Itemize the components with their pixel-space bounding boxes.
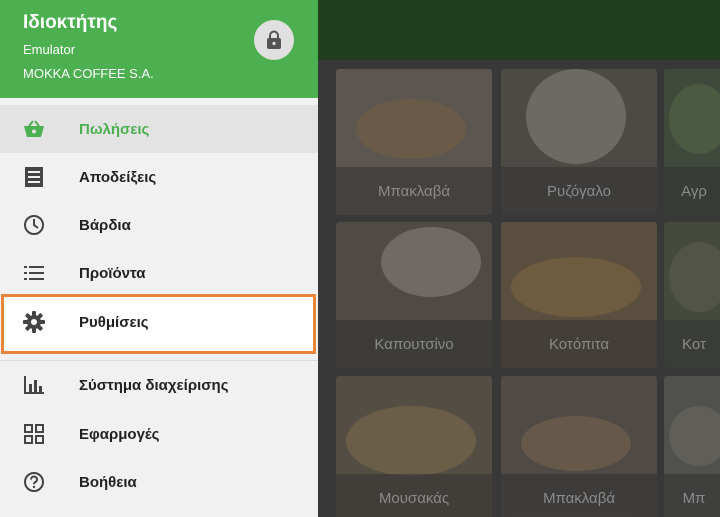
product-name: Μπακλαβά — [501, 474, 657, 517]
product-name: Ρυζόγαλο — [501, 167, 657, 215]
menu-item-help[interactable]: Βοήθεια — [0, 458, 318, 506]
product-tile[interactable]: Μπ — [664, 376, 720, 517]
product-tile[interactable]: Κοτόπιτα — [501, 222, 657, 368]
product-tile[interactable]: Κοτ — [664, 222, 720, 368]
company-name: MOKKA COFFEE S.A. — [23, 66, 154, 81]
list-icon — [22, 261, 46, 285]
menu-item-back-office[interactable]: Σύστημα διαχείρισης — [0, 361, 318, 409]
drawer-header: Ιδιοκτήτης Emulator MOKKA COFFEE S.A. — [0, 0, 318, 98]
menu-item-products[interactable]: Προϊόντα — [0, 249, 318, 297]
menu-item-settings[interactable]: Ρυθμίσεις — [0, 298, 318, 346]
receipt-icon — [22, 165, 46, 189]
navigation-drawer: Ιδιοκτήτης Emulator MOKKA COFFEE S.A. Πω… — [0, 0, 318, 517]
menu-item-label: Σύστημα διαχείρισης — [79, 376, 229, 394]
product-name: Κοτόπιτα — [501, 320, 657, 368]
menu-item-apps[interactable]: Εφαρμογές — [0, 410, 318, 458]
menu-item-label: Πωλήσεις — [79, 120, 150, 138]
basket-icon — [22, 117, 46, 141]
menu-item-receipts[interactable]: Αποδείξεις — [0, 153, 318, 201]
apps-icon — [22, 422, 46, 446]
product-name: Καπουτσίνο — [336, 320, 492, 368]
product-tile[interactable]: Μπακλαβά — [501, 376, 657, 517]
product-tile[interactable]: Μουσακάς — [336, 376, 492, 517]
menu-item-label: Βοήθεια — [79, 473, 137, 491]
menu-item-label: Αποδείξεις — [79, 168, 157, 186]
owner-title: Ιδιοκτήτης — [23, 12, 118, 33]
product-tile[interactable]: Αγρ — [664, 69, 720, 215]
menu-item-label: Βάρδια — [79, 216, 131, 234]
product-name: Μπακλαβά — [336, 167, 492, 215]
menu-item-shift[interactable]: Βάρδια — [0, 201, 318, 249]
product-name: Κοτ — [664, 320, 720, 368]
device-name: Emulator — [23, 42, 76, 57]
menu-item-sales[interactable]: Πωλήσεις — [0, 105, 318, 153]
product-tile[interactable]: Μπακλαβά — [336, 69, 492, 215]
product-name: Αγρ — [664, 167, 720, 215]
menu-item-label: Ρυθμίσεις — [79, 313, 149, 331]
clock-icon — [22, 213, 46, 237]
product-name: Μπ — [664, 474, 720, 517]
help-icon — [22, 470, 46, 494]
lock-icon — [267, 30, 281, 49]
menu-item-label: Εφαρμογές — [79, 425, 160, 443]
gear-icon — [22, 310, 46, 334]
product-name: Μουσακάς — [336, 474, 492, 517]
product-tile[interactable]: Καπουτσίνο — [336, 222, 492, 368]
product-tile[interactable]: Ρυζόγαλο — [501, 69, 657, 215]
bar-chart-icon — [22, 373, 46, 397]
menu-item-label: Προϊόντα — [79, 264, 146, 282]
lock-button[interactable] — [254, 20, 294, 60]
